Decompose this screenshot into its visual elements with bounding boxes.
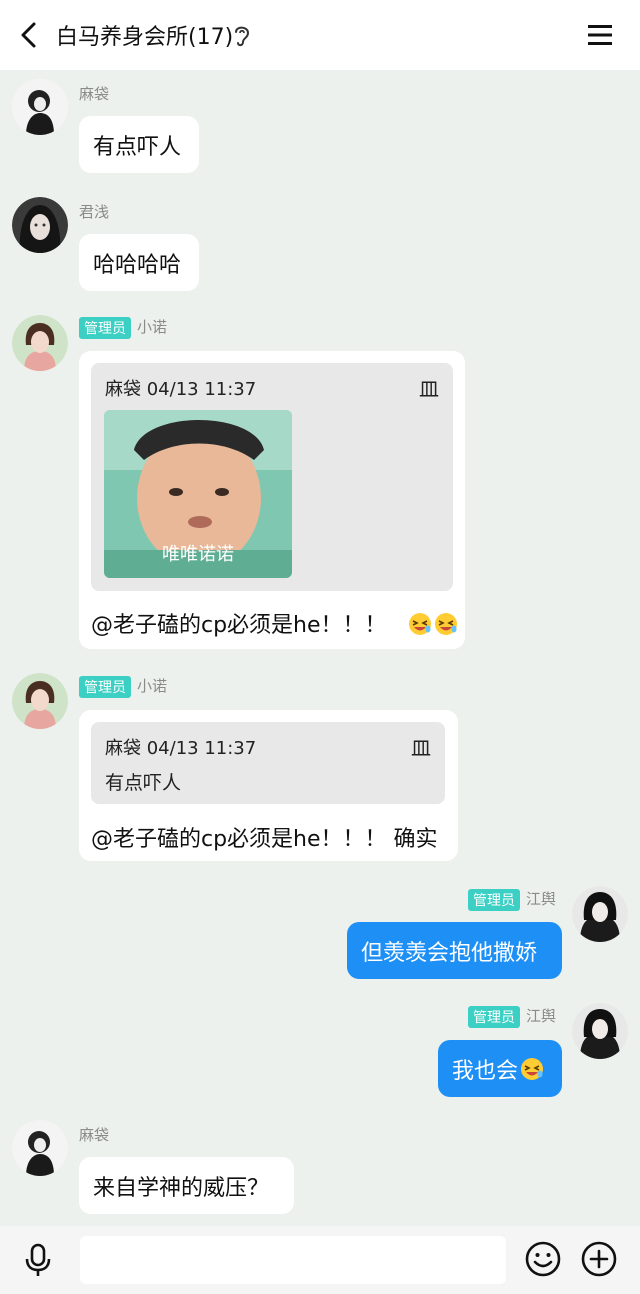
avatar[interactable] (572, 886, 628, 942)
sender-name: 君浅 (79, 203, 110, 221)
input-bar (0, 1226, 640, 1294)
message-bubble[interactable]: 来自学神的威压？ (79, 1157, 294, 1214)
ear-icon (235, 26, 250, 47)
sender-name: 江舆 (525, 1007, 556, 1025)
quote-text: 有点吓人 (105, 772, 182, 794)
avatar[interactable] (12, 315, 68, 371)
microphone-icon[interactable] (20, 1242, 56, 1278)
sender-name: 江舆 (525, 890, 556, 908)
admin-badge: 管理员 (467, 888, 520, 911)
quote-meta: 麻袋 04/13 11:37 (105, 738, 257, 759)
admin-badge: 管理员 (467, 1005, 520, 1028)
message-input[interactable] (80, 1236, 506, 1284)
avatar[interactable] (12, 673, 68, 729)
sticker-image[interactable]: 唯唯诺诺 (104, 410, 292, 578)
sender-name: 小诺 (137, 677, 168, 695)
quoted-message[interactable]: 麻袋 04/13 11:37 ⽫ 有点吓人 (91, 722, 445, 804)
avatar[interactable] (12, 197, 68, 253)
admin-badge: 管理员 (79, 316, 131, 339)
message-bubble[interactable]: 哈哈哈哈 (79, 234, 199, 291)
menu-icon[interactable] (584, 20, 616, 50)
sender-line: 管理员 江舆 (467, 1005, 556, 1028)
laughing-emoji-icon (408, 613, 431, 635)
quote-jump-icon[interactable]: ⽫ (411, 732, 431, 761)
chat-header: 白马养身会所(17) (0, 0, 640, 70)
message-bubble[interactable]: 麻袋 04/13 11:37 ⽫ 有点吓人 @老子磕的cp必须是he！！！ 确实 (79, 710, 458, 861)
sender-name: 麻袋 (79, 1126, 110, 1144)
back-arrow-icon[interactable] (14, 18, 48, 52)
message-bubble[interactable]: 有点吓人 (79, 116, 199, 173)
quote-jump-icon[interactable]: ⽫ (419, 373, 439, 402)
avatar[interactable] (572, 1003, 628, 1059)
message-text: 我也会 (452, 1058, 519, 1084)
plus-icon[interactable] (580, 1240, 618, 1278)
sender-name: 麻袋 (79, 85, 110, 103)
admin-badge: 管理员 (79, 675, 131, 698)
message-text: 有点吓人 (93, 134, 182, 160)
avatar[interactable] (12, 1120, 68, 1176)
sender-line: 管理员 小诺 (79, 316, 167, 339)
chat-title[interactable]: 白马养身会所(17) (56, 19, 233, 51)
avatar[interactable] (12, 79, 68, 135)
sender-name: 小诺 (137, 318, 168, 336)
laughing-emoji-icon (434, 613, 457, 635)
smile-icon[interactable] (524, 1240, 562, 1278)
message-text: 但羡羡会抱他撒娇 (361, 940, 538, 966)
sender-line: 管理员 小诺 (79, 675, 167, 698)
sticker-caption: 唯唯诺诺 (162, 544, 234, 565)
message-text-line: @老子磕的cp必须是he！！！ (91, 607, 458, 639)
message-text: 哈哈哈哈 (93, 252, 182, 278)
quote-meta: 麻袋 04/13 11:37 (105, 379, 257, 400)
message-text: @老子磕的cp必须是he！！！ 确实 (91, 827, 438, 852)
sender-line: 管理员 江舆 (467, 888, 556, 911)
laughing-emoji-icon (521, 1057, 544, 1080)
message-text: @老子磕的cp必须是he！！！ (91, 613, 387, 638)
message-text: 来自学神的威压？ (93, 1175, 270, 1201)
my-message-bubble[interactable]: 但羡羡会抱他撒娇 (347, 922, 562, 979)
my-message-bubble[interactable]: 我也会 (438, 1040, 562, 1097)
